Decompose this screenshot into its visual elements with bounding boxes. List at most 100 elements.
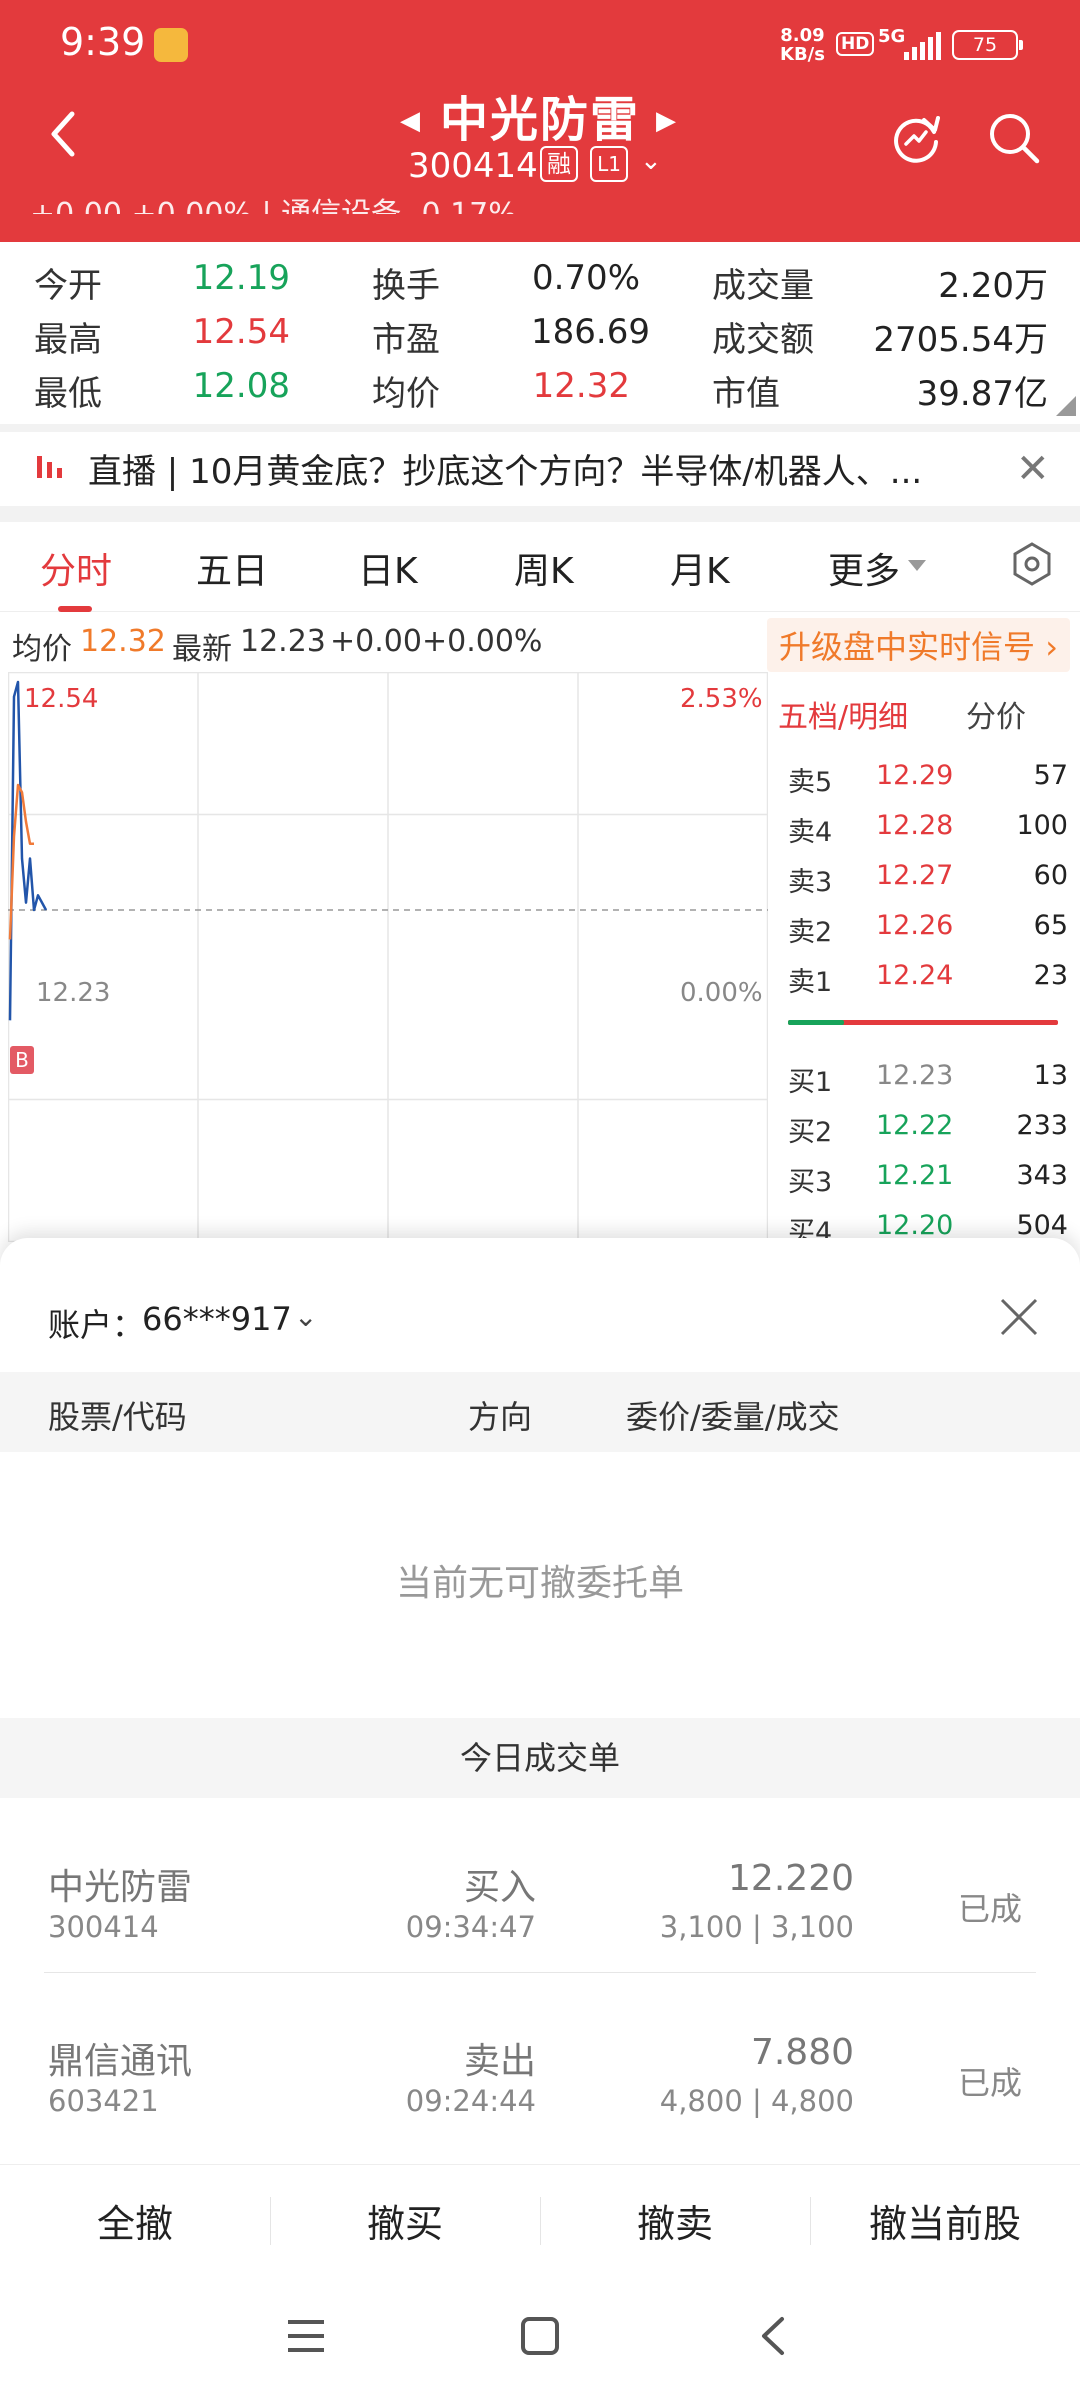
- bid-price: 12.23: [876, 1060, 954, 1091]
- caret-down-icon: [908, 560, 926, 571]
- chevron-down-icon[interactable]: ⌄: [294, 1300, 317, 1333]
- signal-icon: [904, 32, 941, 60]
- order-book: 五档/明细 分价 卖5 12.29 57 卖4 12.28 100 卖3 12.27 60 …: [770, 672, 1080, 1248]
- intraday-chart-svg: [8, 672, 768, 1242]
- tab-intraday[interactable]: 分时: [40, 542, 112, 594]
- bid-volume: 13: [1033, 1060, 1068, 1091]
- pe-value: 186.69: [531, 312, 650, 352]
- chart-top-pct: 2.53%: [680, 684, 763, 714]
- col-stock: 股票/代码: [48, 1398, 187, 1436]
- network-speed-unit: KB/s: [780, 44, 825, 65]
- ask-volume: 57: [1033, 760, 1068, 791]
- refresh-icon[interactable]: [888, 110, 944, 166]
- period-tabs: 分时 五日 日K 周K 月K 更多: [0, 522, 1080, 612]
- trade-status: 已成: [958, 2064, 1023, 2102]
- expand-corner-icon[interactable]: [1056, 396, 1076, 416]
- trade-stock-code: 603421: [48, 2084, 159, 2118]
- tab-week-k[interactable]: 周K: [514, 542, 574, 594]
- trade-stock-name: 中光防雷: [48, 1867, 193, 1908]
- bid-ask-ratio-bar: [788, 1020, 1058, 1025]
- ask-label: 卖5: [788, 767, 833, 798]
- turnover-rate-label: 换手: [372, 266, 440, 306]
- tab-five-day[interactable]: 五日: [196, 542, 268, 594]
- market-cap-value: 39.87亿: [916, 374, 1048, 414]
- ask-label: 卖4: [788, 817, 833, 848]
- back-arrow-icon[interactable]: [44, 108, 84, 160]
- divider: [44, 1972, 1036, 1973]
- high-value: 12.54: [192, 312, 290, 352]
- bid-volume: 343: [1016, 1160, 1068, 1191]
- back-icon[interactable]: [758, 2316, 788, 2356]
- cancel-order-sheet: 账户： 66***917 ⌄ 股票/代码 方向 委价/委量/成交 当前无可撤委托…: [0, 1238, 1080, 2268]
- today-trades-title: 今日成交单: [0, 1718, 1080, 1798]
- prev-stock-button[interactable]: ◀: [400, 106, 420, 136]
- chevron-down-icon[interactable]: ⌄: [640, 146, 662, 176]
- cancel-buy-button[interactable]: 撤买: [270, 2193, 540, 2248]
- ask-row: 卖2 12.26 65: [788, 910, 1068, 950]
- cancel-sell-button[interactable]: 撤卖: [540, 2193, 810, 2248]
- account-selector[interactable]: 66***917: [142, 1300, 292, 1338]
- trade-stock-name: 鼎信通讯: [48, 2041, 193, 2082]
- buy-marker[interactable]: B: [10, 1046, 34, 1074]
- cancel-all-button[interactable]: 全撤: [0, 2193, 270, 2248]
- tab-more[interactable]: 更多: [828, 542, 900, 594]
- avg-label: 均价: [372, 374, 440, 414]
- trade-direction: 买入: [463, 1867, 536, 1908]
- latest-price-value: 12.23: [240, 624, 326, 659]
- ask-price: 12.28: [876, 810, 954, 841]
- menu-icon[interactable]: [286, 2318, 326, 2354]
- latest-price-label: 最新: [172, 632, 232, 667]
- low-label: 最低: [34, 374, 102, 414]
- margin-tag: 融: [540, 146, 578, 182]
- bid-row: 买1 12.23 13: [788, 1060, 1068, 1100]
- bid-price: 12.22: [876, 1110, 954, 1141]
- news-banner[interactable]: 直播 | 10月黄金底？抄底这个方向？半导体/机器人、... ✕: [0, 432, 1080, 502]
- account-label: 账户：: [48, 1306, 145, 1344]
- network-speed: 8.09 KB/s: [780, 26, 825, 64]
- next-stock-button[interactable]: ▶: [656, 106, 676, 136]
- ask-label: 卖2: [788, 917, 833, 948]
- trade-row[interactable]: 中光防雷 300414 买入 09:34:47 12.220 3,100 | 3…: [0, 1816, 1080, 1986]
- bid-price: 12.21: [876, 1160, 954, 1191]
- intraday-chart[interactable]: 12.54 2.53% 12.23 0.00%: [8, 672, 768, 1242]
- tab-month-k[interactable]: 月K: [670, 542, 730, 594]
- trade-stock-code: 300414: [48, 1910, 159, 1944]
- trade-row[interactable]: 鼎信通讯 603421 卖出 09:24:44 7.880 4,800 | 4,…: [0, 1990, 1080, 2160]
- trade-time: 09:34:47: [405, 1910, 536, 1944]
- turnover-rate-value: 0.70%: [531, 258, 640, 298]
- tab-day-k[interactable]: 日K: [358, 542, 418, 594]
- ask-price: 12.26: [876, 910, 954, 941]
- search-icon[interactable]: [986, 110, 1042, 166]
- amount-label: 成交额: [712, 320, 814, 360]
- ask-label: 卖1: [788, 967, 833, 998]
- trade-price: 7.880: [750, 2032, 854, 2073]
- system-navigation-bar: [0, 2274, 1080, 2400]
- ask-price: 12.24: [876, 960, 954, 991]
- bid-label: 买1: [788, 1067, 833, 1098]
- live-icon: [37, 456, 62, 478]
- close-icon[interactable]: [996, 1294, 1042, 1340]
- home-icon[interactable]: [520, 2316, 560, 2356]
- chart-mid-price: 12.23: [36, 978, 111, 1008]
- bid-label: 买3: [788, 1167, 833, 1198]
- upgrade-signal-link[interactable]: 升级盘中实时信号 ›: [767, 618, 1070, 672]
- ask-row: 卖3 12.27 60: [788, 860, 1068, 900]
- battery-indicator: 75: [952, 30, 1023, 60]
- level-tag: L1: [590, 146, 628, 182]
- close-icon[interactable]: ✕: [1016, 446, 1050, 492]
- tab-price-distribution[interactable]: 分价: [966, 692, 1026, 736]
- bid-volume: 504: [1016, 1210, 1068, 1241]
- cancel-action-bar: 全撤 撤买 撤卖 撤当前股: [0, 2164, 1080, 2274]
- stock-header: 9:39 8.09 KB/s HD 5G 75 ◀ 中光防雷 ▶ 300414 …: [0, 0, 1080, 242]
- avg-value: 12.32: [532, 366, 630, 406]
- trade-status: 已成: [958, 1890, 1023, 1928]
- settings-hexagon-icon[interactable]: [1008, 540, 1056, 588]
- bid-row: 买2 12.22 233: [788, 1110, 1068, 1150]
- cancel-current-stock-button[interactable]: 撤当前股: [810, 2193, 1080, 2248]
- ask-volume: 65: [1033, 910, 1068, 941]
- ask-volume: 100: [1016, 810, 1068, 841]
- volume-label: 成交量: [712, 266, 814, 306]
- divider: [0, 506, 1080, 522]
- open-label: 今开: [34, 266, 102, 306]
- tab-order-book[interactable]: 五档/明细: [778, 692, 908, 736]
